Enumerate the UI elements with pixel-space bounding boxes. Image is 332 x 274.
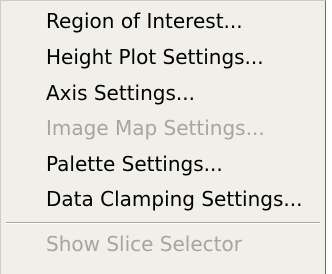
menu-item-palette-settings[interactable]: Palette Settings... bbox=[1, 148, 325, 180]
menu-item-axis-settings[interactable]: Axis Settings... bbox=[1, 77, 325, 109]
menu-separator bbox=[6, 222, 320, 224]
menu-item-show-slice-selector: Show Slice Selector bbox=[46, 232, 242, 256]
menu-item-data-clamping-settings[interactable]: Data Clamping Settings... bbox=[1, 183, 325, 215]
menu-item-height-plot-settings[interactable]: Height Plot Settings... bbox=[1, 41, 325, 73]
menu-item-image-map-settings: Image Map Settings... bbox=[46, 116, 265, 140]
context-menu: Region of Interest... Height Plot Settin… bbox=[0, 0, 326, 274]
menu-item-region-of-interest[interactable]: Region of Interest... bbox=[1, 5, 325, 37]
